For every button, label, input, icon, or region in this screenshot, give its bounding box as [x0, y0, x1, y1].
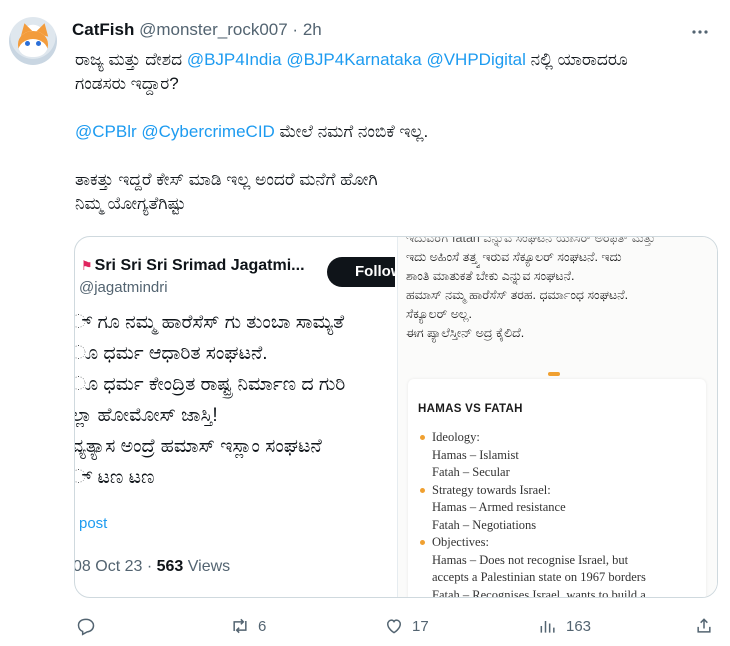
section-item: Fatah – Recognises Israel, wants to buil…: [432, 587, 646, 598]
tweet-text-segment: ತಾಕತ್ತು ಇದ್ದರೆ ಕೇಸ್ ಮಾಡಿ ಇಲ್ಲ ಅಂದರೆ ಮನೆಗ…: [75, 170, 378, 189]
comparison-list: Ideology: Hamas – Islamist Fatah – Secul…: [418, 429, 708, 597]
reply-icon: [77, 618, 95, 636]
section-item: Hamas – Islamist: [432, 447, 519, 462]
avatar-cat-head: [18, 31, 48, 57]
card-title: HAMAS VS FATAH: [418, 403, 523, 415]
section-heading: Ideology:: [418, 429, 708, 447]
more-options-icon[interactable]: [690, 22, 720, 42]
quoted-screenshot-right: ಇದುವರೆಗೆ fatah ಎನ್ನುವ ಸಂಘಟನೆ ಯಾಸಿರ್ ಅರಫತ…: [397, 237, 717, 597]
section-heading: Strategy towards Israel:: [418, 482, 708, 500]
quoted-body-line: ೂ ಧರ್ಮ ಆಧಾರಿತ ಸಂಘಟನೆ.: [75, 343, 268, 364]
avatar[interactable]: [9, 17, 57, 65]
mention-link[interactable]: @VHPDigital: [426, 50, 525, 69]
red-flag-icon: ⚑: [81, 258, 93, 273]
quoted-body: ್ ಗೂ ನಮ್ಮ ಹಾರೆಸೆಸ್ ಗು ತುಂಬಾ ಸಾಮ್ಯತೆ ೂ ಧರ…: [75, 307, 395, 493]
action-bar: 6 17 163: [0, 612, 730, 642]
quoted-author-name-text: Sri Sri Sri Srimad Jagatmi...: [94, 257, 305, 274]
section-heading: Objectives:: [418, 534, 708, 552]
tweet-header: CatFish @monster_rock007 · 2h: [72, 20, 322, 40]
avatar-cat-eye: [36, 41, 41, 46]
quoted-image-line: ಹಮಾಸ್ ನಮ್ಮ ಹಾರೆಸೆಸ್ ತರಹ. ಧರ್ಮಾಂಧ ಸಂಘಟನೆ.: [406, 288, 629, 302]
avatar-cat-eye: [25, 41, 30, 46]
separator-dot: ·: [292, 20, 299, 39]
retweet-icon: [233, 618, 247, 634]
quoted-body-line: ್ ಗೂ ನಮ್ಮ ಹಾರೆಸೆಸ್ ಗು ತುಂಬಾ ಸಾಮ್ಯತೆ: [75, 312, 345, 333]
quoted-views-count: 563: [156, 558, 184, 575]
views-icon: [540, 621, 555, 633]
section-item: Hamas – Does not recognise Israel, but: [432, 552, 629, 567]
accent-bar: [548, 372, 560, 376]
author-handle[interactable]: @monster_rock007: [139, 20, 288, 39]
section-item: Fatah – Secular: [432, 465, 510, 479]
quoted-image-line: ಇದುವರೆಗೆ fatah ಎನ್ನುವ ಸಂಘಟನೆ ಯಾಸಿರ್ ಅರಫತ…: [406, 237, 656, 245]
views-count: 163: [566, 617, 592, 635]
like-icon: [386, 619, 402, 634]
section-item: Fatah – Negotiations: [432, 517, 537, 532]
mention-link[interactable]: @CPBlr: [75, 122, 137, 141]
follow-button: Follow: [327, 257, 395, 287]
quoted-image-text: ಇದುವರೆಗೆ fatah ಎನ್ನುವ ಸಂಘಟನೆ ಯಾಸಿರ್ ಅರಫತ…: [406, 237, 716, 343]
share-icon: [697, 618, 711, 633]
tweet-text: ರಾಜ್ಯ ಮತ್ತು ದೇಶದ @BJP4India @BJP4Karnata…: [75, 48, 715, 240]
retweet-count: 6: [258, 617, 267, 635]
quoted-image-line: ಇದು ಅಹಿಂಸೆ ತತ್ತ್ವ ಇರುವ ಸೆಕ್ಯೂಲರ್ ಸಂಘಟನೆ.…: [406, 250, 622, 264]
share-button[interactable]: [694, 616, 714, 636]
quoted-body-line: ವ್ಯತ್ಯಾಸ ಅಂದ್ರೆ ಹಮಾಸ್ ಇಸ್ಲಾಂ ಸಂಘಟನೆ: [75, 436, 322, 457]
mention-link[interactable]: @BJP4Karnataka: [286, 50, 421, 69]
tweet-text-segment: ಮೇಲೆ ನಮಗೆ ನಂಬಿಕೆ ಇಲ್ಲ.: [274, 122, 429, 141]
quoted-screenshot-left: ⚑ Sri Sri Sri Srimad Jagatmi... @jagatmin…: [75, 237, 395, 597]
quoted-date: 08 Oct 23: [75, 558, 143, 575]
quoted-post-link: post: [79, 515, 108, 532]
quoted-body-line: ೂ ಧರ್ಮ ಕೇಂದ್ರಿತ ರಾಷ್ಟ್ರ ನಿರ್ಮಾಣ ದ ಗುರಿ: [75, 374, 346, 395]
section-item: accepts a Palestinian state on 1967 bord…: [432, 570, 646, 584]
tweet-text-segment: ನಲ್ಲಿ ಯಾರಾದರೂ: [525, 50, 628, 69]
tweet-text-segment: ಗಂಡಸರು ಇದ್ದಾರ?: [75, 74, 179, 93]
tweet-text-segment: ನಿಮ್ಮ ಯೋಗ್ಯತೆಗಿಷ್ಟು: [75, 194, 186, 213]
tweet-time[interactable]: 2h: [303, 20, 322, 39]
like-button[interactable]: 17: [384, 616, 429, 636]
mention-link[interactable]: @BJP4India: [187, 50, 282, 69]
quoted-image-line: ಶಾಂತಿ ಮಾತುಕತೆ ಬೇಕು ಎನ್ನುವ ಸಂಘಟನೆ.: [406, 269, 575, 283]
mention-link[interactable]: @CybercrimeCID: [141, 122, 274, 141]
quoted-image-line: ಸೆಕ್ಯೂಲರ್ ಅಲ್ಲ.: [406, 307, 472, 321]
quoted-author-name: ⚑ Sri Sri Sri Srimad Jagatmi...: [81, 257, 305, 275]
quoted-image-line: ಈಗ ಪ್ಯಾಲೆಸ್ತೀನ್ ಅದ್ರ ಕೈಲಿದೆ.: [406, 326, 525, 340]
retweet-button[interactable]: 6: [230, 616, 266, 636]
quoted-author-handle: @jagatmindri: [79, 279, 168, 296]
quoted-body-line: ್ ಟಣ ಟಣ: [75, 467, 155, 488]
author-name[interactable]: CatFish: [72, 20, 134, 39]
quoted-views-label: Views: [187, 558, 231, 575]
quoted-tweet-card[interactable]: ⚑ Sri Sri Sri Srimad Jagatmi... @jagatmin…: [74, 236, 718, 598]
quoted-meta: 08 Oct 23 · 563 Views: [75, 558, 231, 575]
tweet-text-segment: ರಾಜ್ಯ ಮತ್ತು ದೇಶದ: [75, 50, 187, 69]
quoted-body-line: ಲ್ಲಾ ಹೋಮೋಸ್ ಜಾಸ್ತಿ!: [75, 405, 218, 426]
reply-button[interactable]: [76, 616, 96, 636]
hamas-vs-fatah-card: HAMAS VS FATAH Ideology: Hamas – Islamis…: [408, 379, 706, 597]
like-count: 17: [412, 617, 429, 635]
views-button[interactable]: 163: [538, 616, 591, 636]
section-item: Hamas – Armed resistance: [432, 500, 566, 514]
